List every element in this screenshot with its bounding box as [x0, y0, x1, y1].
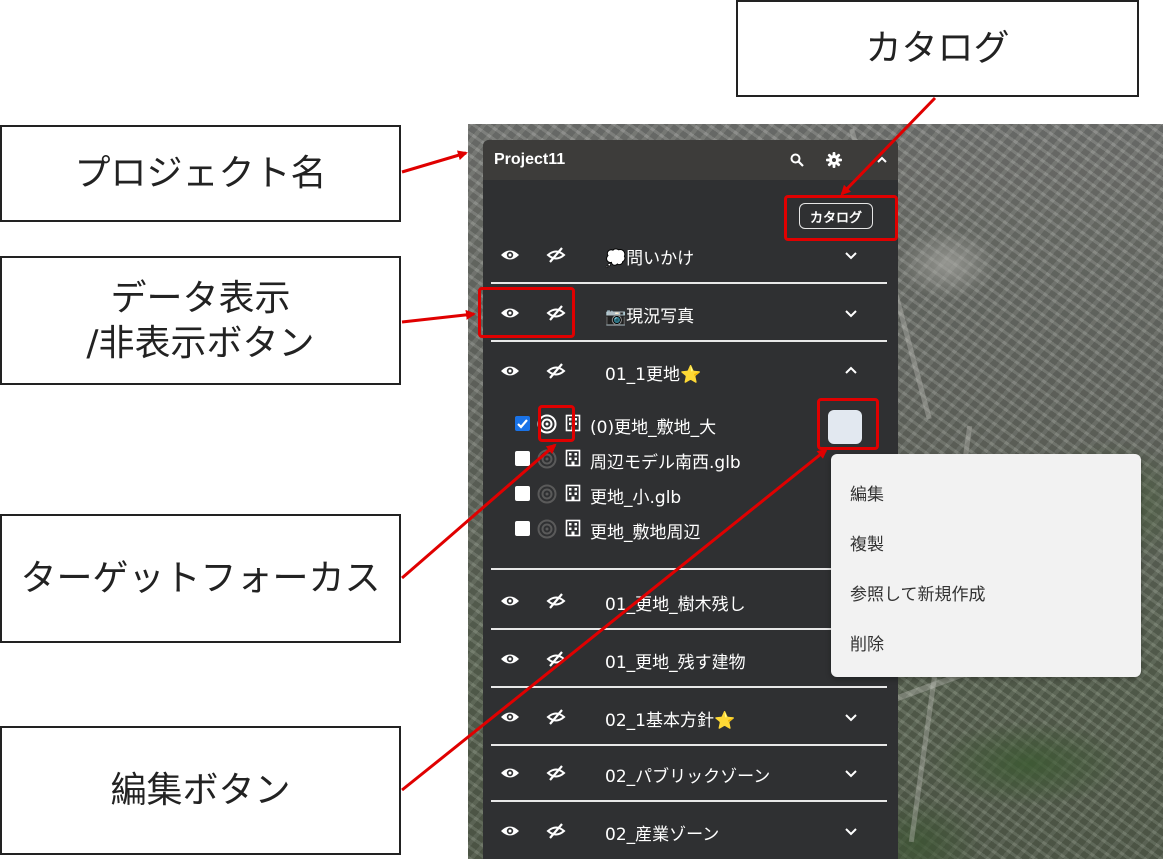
arrow-catalog — [840, 96, 937, 196]
annotation-arrows — [401, 96, 937, 792]
arrow-visibility — [401, 309, 476, 324]
arrow-project-name — [401, 150, 468, 174]
arrow-edit — [401, 448, 828, 792]
arrow-target-focus — [401, 443, 557, 580]
